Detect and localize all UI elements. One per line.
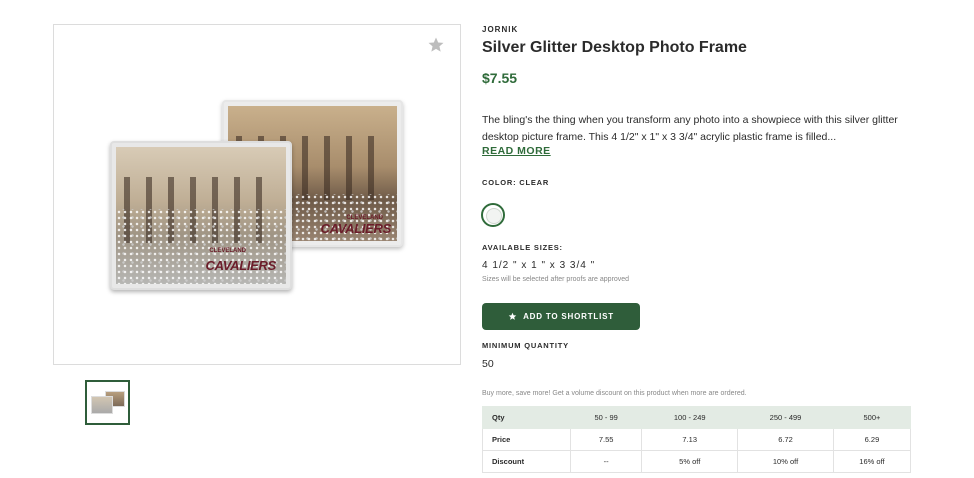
frame-logo-small: CLEVELAND [209,248,246,254]
pricing-table: Qty 50 - 99 100 - 249 250 - 499 500+ Pri… [482,406,912,473]
table-cell: 16% off [832,450,912,473]
table-header-cell: 250 - 499 [737,406,834,429]
available-sizes-label: AVAILABLE SIZES: [482,243,563,252]
table-cell: 6.72 [737,428,834,451]
table-header-cell: Qty [482,406,571,429]
color-label: COLOR: CLEAR [482,178,550,187]
minimum-quantity-value: 50 [482,358,494,370]
table-row-price: Price 7.55 7.13 6.72 6.29 [482,428,912,451]
table-header-cell: 50 - 99 [569,406,643,429]
size-value: 4 1/2 " x 1 " x 3 3/4 " [482,260,596,271]
product-price: $7.55 [482,70,518,86]
thumbnail-frame-front [91,396,113,414]
color-swatch-clear[interactable] [481,203,505,227]
product-thumbnail[interactable] [85,380,130,425]
minimum-quantity-label: MINIMUM QUANTITY [482,341,569,350]
table-cell: 7.13 [641,428,739,451]
table-row-discount: Discount -- 5% off 10% off 16% off [482,450,912,473]
table-cell: 7.55 [569,428,643,451]
shortlist-button-label: ADD TO SHORTLIST [523,312,614,321]
table-cell: -- [569,450,643,473]
read-more-link[interactable]: READ MORE [482,145,551,157]
frame-photo: CLEVELAND CAVALIERS [116,147,286,284]
front-photo-frame: CLEVELAND CAVALIERS [110,141,292,290]
add-to-shortlist-button[interactable]: ADD TO SHORTLIST [482,303,640,330]
table-cell: 10% off [737,450,834,473]
table-cell: 6.29 [832,428,912,451]
product-description: The bling's the thing when you transform… [482,114,898,143]
frame-logo-big: CAVALIERS [320,221,392,236]
pricing-table-header: Qty 50 - 99 100 - 249 250 - 499 500+ [482,406,912,429]
table-cell: Price [482,428,571,451]
product-brand: JORNIK [482,25,519,34]
table-header-cell: 500+ [832,406,912,429]
product-title: Silver Glitter Desktop Photo Frame [482,39,747,56]
favorite-star-icon[interactable] [427,36,445,54]
table-cell: Discount [482,450,571,473]
star-icon [508,312,517,320]
size-note: Sizes will be selected after proofs are … [482,276,630,283]
table-header-cell: 100 - 249 [641,406,739,429]
frame-logo-big: CAVALIERS [205,258,277,273]
table-cell: 5% off [641,450,739,473]
volume-discount-note: Buy more, save more! Get a volume discou… [482,390,747,397]
